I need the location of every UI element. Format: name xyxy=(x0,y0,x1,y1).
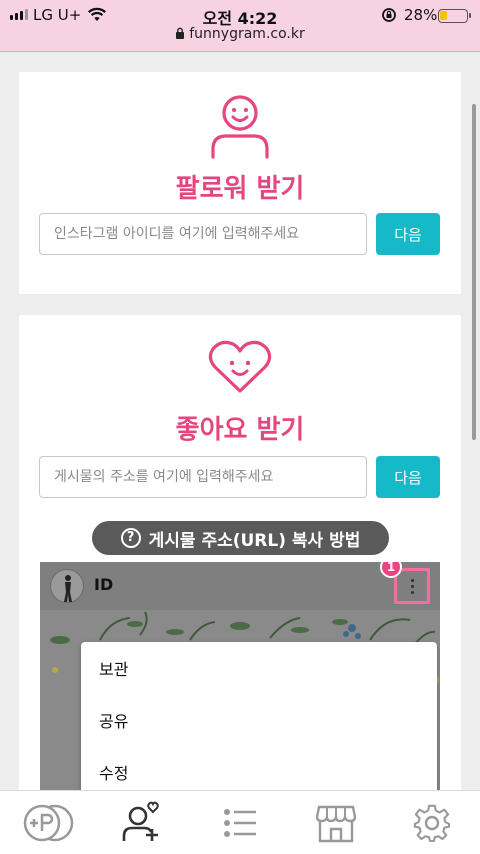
menu-item-edit: 수정 xyxy=(99,764,129,783)
battery-fill xyxy=(440,11,447,20)
battery-icon xyxy=(438,9,471,23)
followers-card: 팔로워 받기 다음 xyxy=(19,72,461,294)
nav-store[interactable] xyxy=(288,791,384,854)
rotation-lock-icon xyxy=(382,8,396,22)
menu-item-archive: 보관 xyxy=(99,660,129,679)
nav-plus-p[interactable] xyxy=(0,791,96,854)
address-bar[interactable]: funnygram.co.kr xyxy=(0,26,480,42)
likes-next-button[interactable]: 다음 xyxy=(376,456,440,498)
tutorial-post-header: ID 1 xyxy=(40,562,440,610)
likes-title: 좋아요 받기 xyxy=(175,415,305,445)
battery-percent: 28% xyxy=(404,6,438,24)
likes-card: 좋아요 받기 다음 ? 게시물 주소(URL) 복사 방법 ID 1 xyxy=(19,315,461,795)
scrollbar[interactable] xyxy=(472,104,476,440)
tutorial-image: ID 1 보관 공유 수정 xyxy=(40,562,440,795)
nav-add-follower[interactable] xyxy=(96,791,192,854)
menu-item-share: 공유 xyxy=(99,712,129,731)
followers-title: 팔로워 받기 xyxy=(175,174,305,204)
help-label: 게시물 주소(URL) 복사 방법 xyxy=(148,530,361,551)
tutorial-username: ID xyxy=(94,575,114,594)
status-bar: LG U+ 오전 4:22 28% funnygram.co.kr xyxy=(0,0,480,52)
nav-settings[interactable] xyxy=(384,791,480,854)
plus-p-icon xyxy=(23,804,74,842)
heart-smile-icon xyxy=(19,339,461,399)
avatar xyxy=(50,569,84,603)
store-icon xyxy=(316,805,356,843)
question-icon: ? xyxy=(120,528,141,548)
followers-next-button[interactable]: 다음 xyxy=(376,213,440,255)
lock-icon xyxy=(176,27,185,39)
post-url-input[interactable] xyxy=(39,456,367,498)
bottom-nav xyxy=(0,790,480,854)
settings-icon xyxy=(413,804,451,843)
list-icon xyxy=(224,809,256,837)
tutorial-post-menu: 보관 공유 수정 xyxy=(81,642,437,795)
person-smile-icon xyxy=(19,94,461,164)
url-copy-help-button[interactable]: ? 게시물 주소(URL) 복사 방법 xyxy=(92,521,389,555)
url-text: funnygram.co.kr xyxy=(189,26,305,42)
nav-list[interactable] xyxy=(192,791,288,854)
add-follower-icon xyxy=(122,801,159,841)
instagram-id-input[interactable] xyxy=(39,213,367,255)
status-row: LG U+ 오전 4:22 28% xyxy=(0,4,480,28)
